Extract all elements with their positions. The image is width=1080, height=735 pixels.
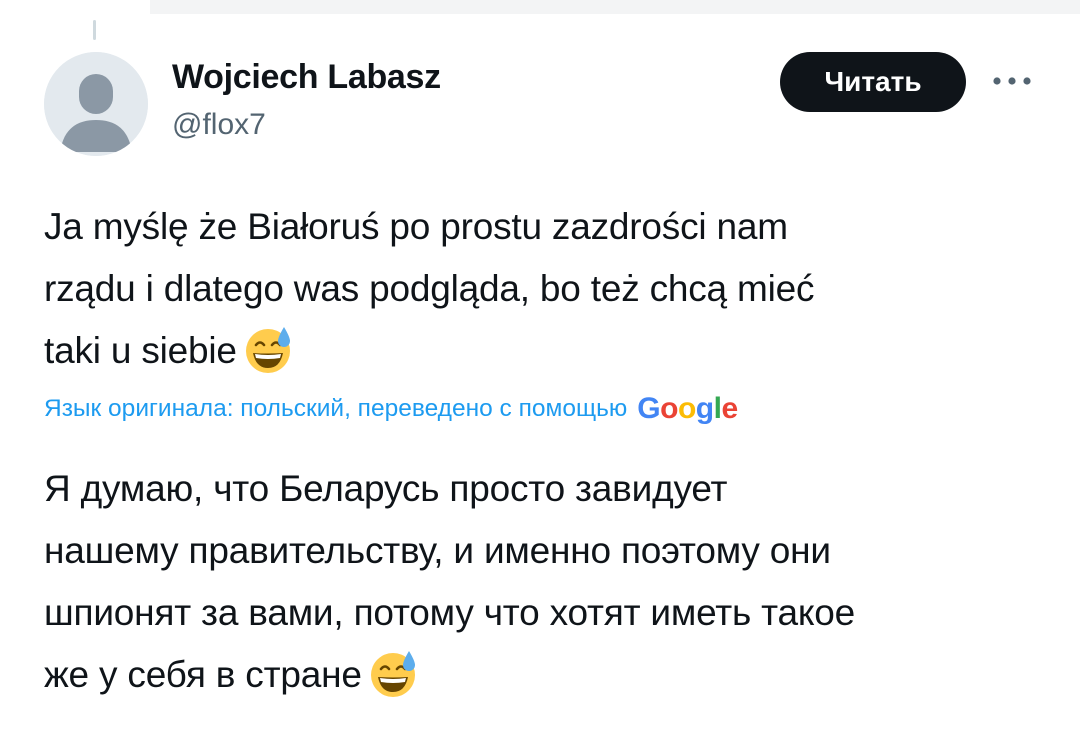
grinning-face-with-sweat-icon: [245, 327, 290, 373]
google-logo: Google: [637, 392, 738, 425]
tweet-original-text: Ja myślę że Białoruś po prostu zazdrości…: [44, 196, 1044, 382]
previous-tweet-edge: [150, 0, 1080, 14]
default-avatar-icon: [44, 52, 148, 156]
translation-attribution: Язык оригинала: польский, переведено с п…: [44, 392, 738, 432]
original-line-text: taki u siebie: [44, 330, 237, 371]
follow-button[interactable]: Читать: [780, 52, 966, 112]
author-name[interactable]: Wojciech Labasz: [172, 58, 441, 97]
author-handle[interactable]: @flox7: [172, 108, 266, 142]
translated-line: нашему правительству, и именно поэтому о…: [44, 530, 831, 571]
tweet-translated-text: Я думаю, что Беларусь просто завидует на…: [44, 458, 1044, 706]
more-horizontal-icon[interactable]: [988, 66, 1036, 96]
grinning-face-with-sweat-icon: [370, 651, 415, 697]
original-line: rządu i dlatego was podgląda, bo też chc…: [44, 268, 815, 309]
original-line: taki u siebie: [44, 320, 1044, 382]
translated-line: Я думаю, что Беларусь просто завидует: [44, 468, 728, 509]
translated-line: шпионят за вами, потому что хотят иметь …: [44, 592, 856, 633]
original-line: Ja myślę że Białoruś po prostu zazdrości…: [44, 206, 788, 247]
thread-connector-line: [93, 20, 96, 40]
translated-line-text: же у себя в стране: [44, 654, 362, 695]
translation-note-text: Язык оригинала: польский, переведено с п…: [44, 395, 628, 422]
avatar[interactable]: [44, 52, 148, 156]
translated-line: же у себя в стране: [44, 644, 1044, 706]
